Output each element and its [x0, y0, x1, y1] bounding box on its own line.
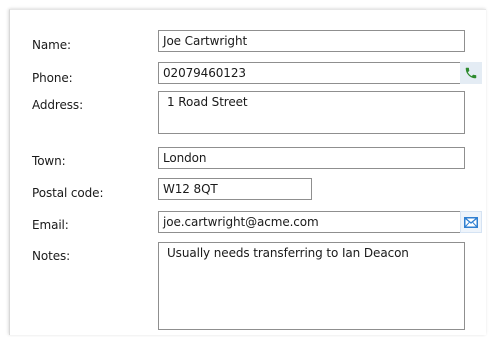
contact-form-panel: Name: Joe Cartwright Phone: 02079460123 … — [9, 9, 486, 335]
phone-label: Phone: — [32, 71, 73, 85]
town-field[interactable]: London — [158, 147, 465, 169]
postal-code-label: Postal code: — [32, 186, 104, 200]
address-field[interactable]: 1 Road Street — [158, 91, 465, 134]
email-field[interactable]: joe.cartwright@acme.com — [158, 211, 465, 233]
envelope-icon — [464, 216, 478, 228]
notes-field[interactable]: Usually needs transferring to Ian Deacon — [158, 242, 465, 330]
address-label: Address: — [32, 98, 84, 112]
send-email-button[interactable] — [460, 211, 482, 233]
town-label: Town: — [32, 154, 66, 168]
phone-icon — [464, 66, 478, 80]
name-field[interactable]: Joe Cartwright — [158, 30, 465, 52]
postal-code-field[interactable]: W12 8QT — [158, 178, 312, 200]
phone-field[interactable]: 02079460123 — [158, 62, 465, 84]
notes-label: Notes: — [32, 249, 71, 263]
call-button[interactable] — [460, 62, 482, 84]
name-label: Name: — [32, 38, 71, 52]
email-label: Email: — [32, 218, 69, 232]
